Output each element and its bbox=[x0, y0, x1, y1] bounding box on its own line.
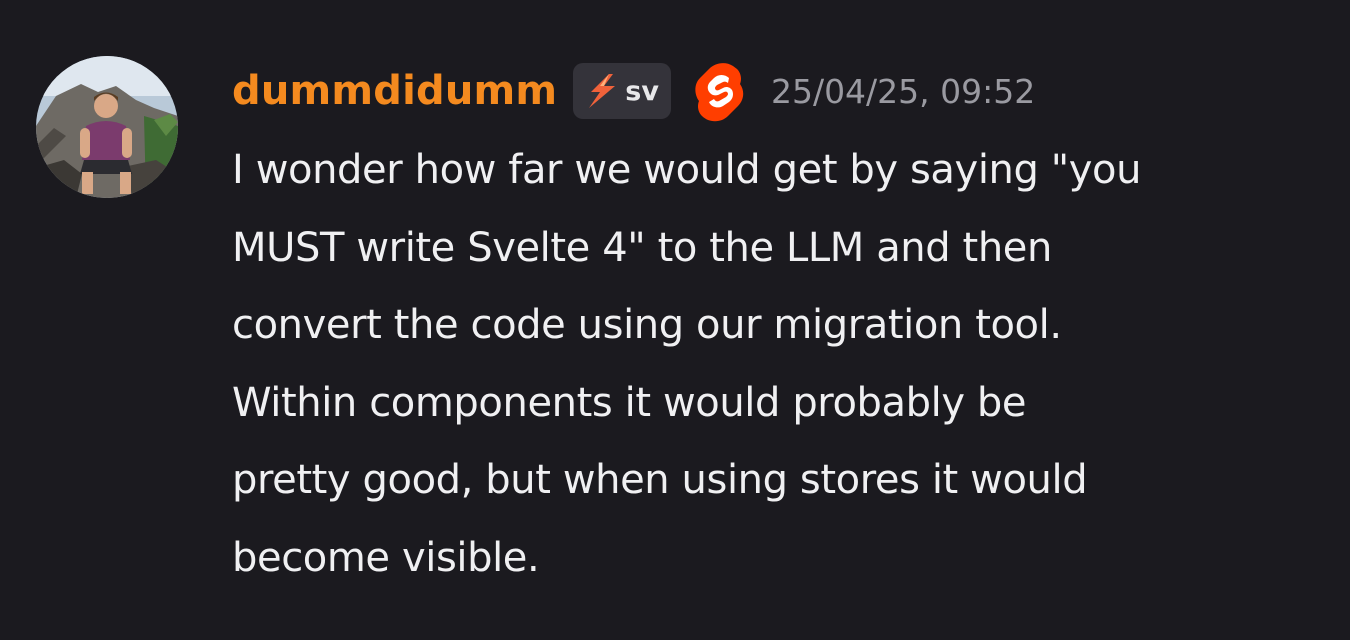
server-tag-text: sv bbox=[625, 75, 659, 107]
message-content: I wonder how far we would get by saying … bbox=[232, 132, 1322, 597]
message-header: dummdidumm sv 25/04/25, 09:52 bbox=[232, 58, 1035, 124]
username[interactable]: dummdidumm bbox=[232, 68, 557, 114]
avatar-photo bbox=[36, 56, 178, 198]
message-line: I wonder how far we would get by saying … bbox=[232, 147, 1142, 193]
message-line: Within components it would probably be bbox=[232, 379, 1027, 426]
message-line: convert the code using our migration too… bbox=[232, 302, 1062, 348]
chat-message: dummdidumm sv 25/04/25, 09:52 I wonder h… bbox=[0, 0, 1350, 640]
message-line: pretty good, but when using stores it wo… bbox=[232, 457, 1088, 503]
server-tag[interactable]: sv bbox=[573, 63, 671, 119]
message-line: MUST write Svelte 4" to the LLM and then bbox=[232, 224, 1052, 271]
svelte-logo-icon[interactable] bbox=[691, 60, 753, 122]
user-avatar[interactable] bbox=[36, 56, 178, 198]
message-line: become visible. bbox=[232, 534, 540, 581]
message-timestamp[interactable]: 25/04/25, 09:52 bbox=[771, 72, 1035, 111]
lightning-bolt-icon bbox=[589, 74, 616, 108]
